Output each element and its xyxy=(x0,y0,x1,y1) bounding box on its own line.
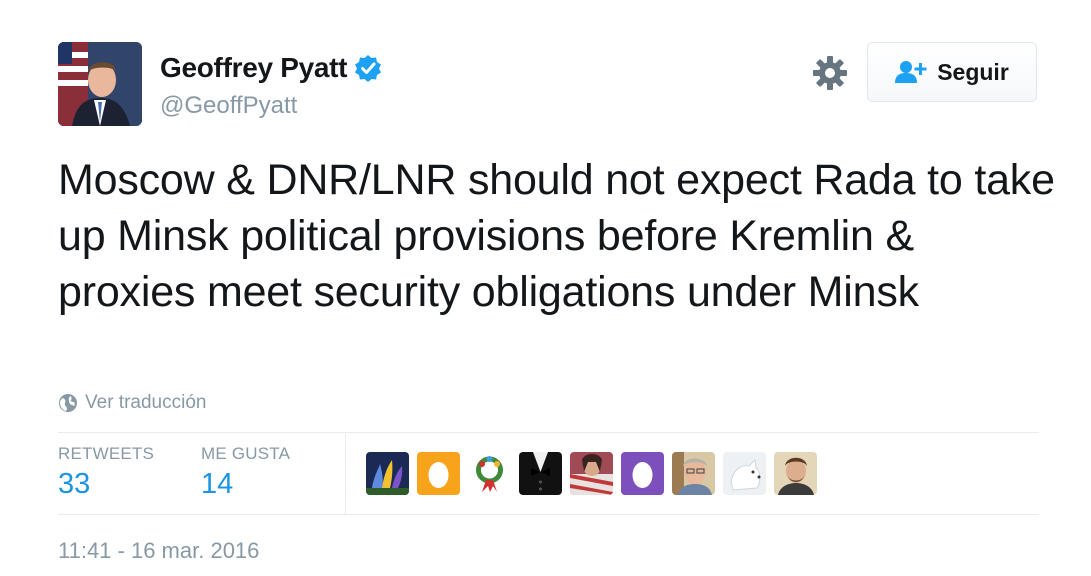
follow-button[interactable]: Seguir xyxy=(867,42,1037,102)
author-handle[interactable]: @GeoffPyatt xyxy=(160,92,297,120)
retweets-stat[interactable]: RETWEETS 33 xyxy=(58,444,154,501)
stats-bottom-divider xyxy=(58,514,1039,515)
translate-label: Ver traducción xyxy=(85,392,207,413)
author-name-row: Geoffrey Pyatt xyxy=(160,52,383,84)
likes-count: 14 xyxy=(201,468,234,500)
retweets-count: 33 xyxy=(58,468,91,500)
follow-button-label: Seguir xyxy=(937,58,1009,85)
author-name[interactable]: Geoffrey Pyatt xyxy=(160,52,348,84)
liker-avatar[interactable] xyxy=(519,452,562,495)
likes-stat[interactable]: ME GUSTA 14 xyxy=(201,444,290,501)
add-user-icon xyxy=(895,60,929,84)
liker-avatar[interactable] xyxy=(366,452,409,495)
gear-icon[interactable] xyxy=(810,53,850,93)
avatar-photo xyxy=(58,42,142,126)
likes-label: ME GUSTA xyxy=(201,444,291,463)
liker-avatar[interactable] xyxy=(774,452,817,495)
stats-top-divider xyxy=(58,432,1039,433)
liker-avatar[interactable] xyxy=(723,452,766,495)
translate-link[interactable]: Ver traducción xyxy=(58,392,206,414)
liker-avatar[interactable] xyxy=(621,452,664,495)
retweets-label: RETWEETS xyxy=(58,444,155,463)
liker-avatar[interactable] xyxy=(570,452,613,495)
globe-icon xyxy=(58,393,78,413)
tweet-timestamp[interactable]: 11:41 - 16 mar. 2016 xyxy=(58,538,259,564)
liker-avatar[interactable] xyxy=(417,452,460,495)
verified-badge-icon xyxy=(353,53,383,83)
liker-avatar[interactable] xyxy=(672,452,715,495)
liker-avatars xyxy=(366,452,825,495)
tweet-text: Moscow & DNR/LNR should not expect Rada … xyxy=(58,156,1055,316)
author-avatar[interactable] xyxy=(58,42,142,126)
liker-avatar[interactable] xyxy=(468,452,511,495)
stats-vertical-divider xyxy=(345,433,346,514)
